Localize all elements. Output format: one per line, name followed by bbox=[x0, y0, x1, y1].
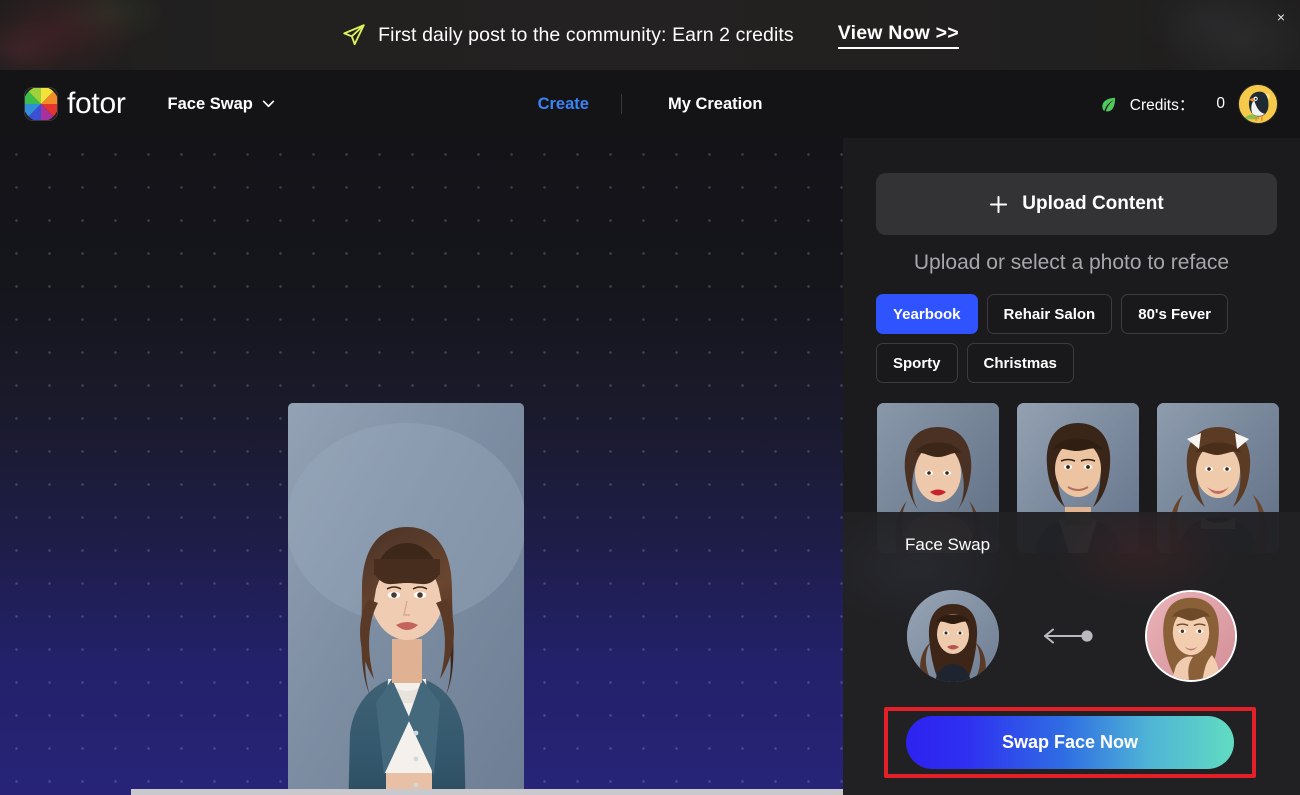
upload-content-button[interactable]: Upload Content bbox=[876, 173, 1277, 235]
promo-message: First daily post to the community: Earn … bbox=[378, 23, 794, 46]
canvas-photo-preview[interactable] bbox=[288, 403, 524, 795]
source-face-thumbnail[interactable] bbox=[906, 590, 999, 682]
destination-face-thumbnail[interactable] bbox=[1144, 590, 1237, 682]
upload-content-label: Upload Content bbox=[1022, 193, 1164, 214]
plus-icon bbox=[990, 195, 1008, 213]
category-chip-list: Yearbook Rehair Salon 80's Fever Sporty … bbox=[876, 294, 1280, 383]
close-icon[interactable]: × bbox=[1272, 8, 1290, 26]
chevron-down-icon bbox=[262, 100, 275, 108]
face-swap-panel-title: Face Swap bbox=[905, 535, 991, 554]
swap-face-now-button[interactable]: Swap Face Now bbox=[906, 716, 1234, 769]
brand-name: fotor bbox=[67, 87, 126, 120]
arrow-left-icon bbox=[1043, 628, 1093, 644]
nav-divider bbox=[620, 94, 622, 114]
fotor-color-wheel-logo-icon bbox=[24, 87, 58, 121]
paper-plane-icon bbox=[343, 24, 365, 46]
nav-link-my-creation[interactable]: My Creation bbox=[668, 95, 762, 114]
category-chip-sporty[interactable]: Sporty bbox=[876, 343, 958, 383]
upload-hint-text: Upload or select a photo to reface bbox=[913, 251, 1230, 274]
leaf-icon bbox=[1102, 97, 1115, 111]
nav-link-create[interactable]: Create bbox=[538, 95, 589, 114]
swap-face-now-label: Swap Face Now bbox=[1001, 732, 1139, 752]
brand-logo[interactable]: fotor bbox=[24, 87, 126, 121]
category-chip-80s-fever[interactable]: 80's Fever bbox=[1121, 294, 1229, 334]
fotor-face-swap-app: First daily post to the community: Earn … bbox=[0, 0, 1300, 795]
promo-banner: First daily post to the community: Earn … bbox=[0, 0, 1300, 70]
credits-value: 0 bbox=[1216, 95, 1225, 112]
nav-right-cluster: Credits： 0 bbox=[1100, 70, 1278, 138]
avatar[interactable] bbox=[1238, 84, 1278, 124]
face-swap-preview-row bbox=[843, 584, 1300, 688]
top-navigation-bar: fotor Face Swap Create My Creation Credi… bbox=[0, 70, 1300, 138]
tool-selector-label: Face Swap bbox=[167, 94, 253, 113]
credits-label: Credits： bbox=[1129, 97, 1195, 114]
promo-view-now-link[interactable]: View Now >> bbox=[837, 22, 959, 49]
category-chip-rehair-salon[interactable]: Rehair Salon bbox=[986, 294, 1113, 334]
tool-selector-face-swap[interactable]: Face Swap bbox=[168, 95, 275, 114]
promo-banner-content: First daily post to the community: Earn … bbox=[0, 0, 1300, 70]
category-chip-christmas[interactable]: Christmas bbox=[966, 343, 1074, 383]
category-chip-yearbook[interactable]: Yearbook bbox=[876, 294, 978, 334]
editor-canvas[interactable] bbox=[0, 138, 843, 795]
